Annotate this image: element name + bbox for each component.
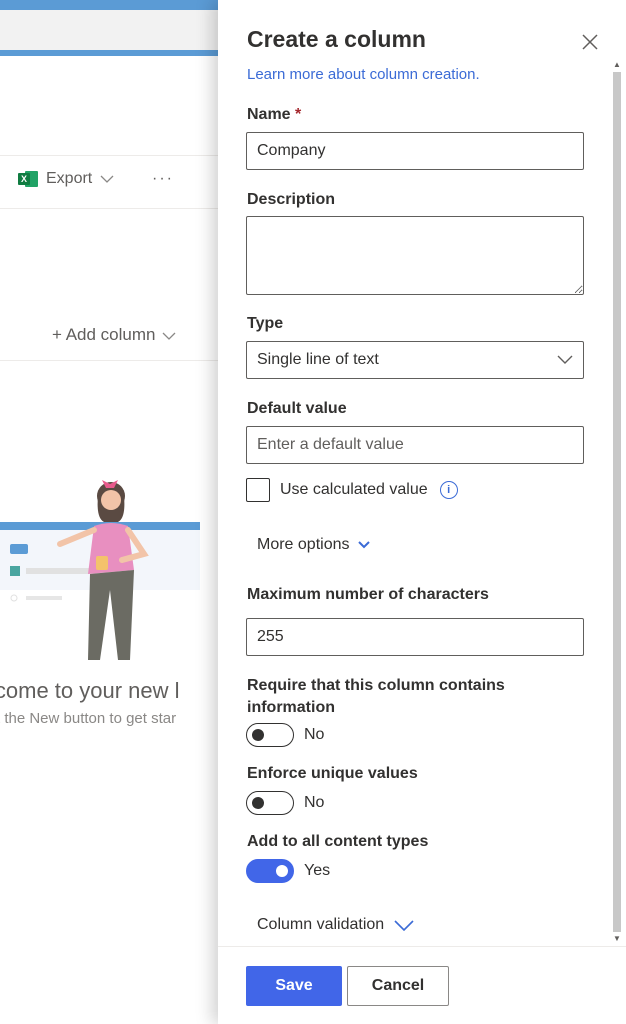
required-mark: *	[295, 106, 302, 123]
scroll-thumb[interactable]	[613, 72, 621, 932]
description-input[interactable]	[246, 216, 584, 295]
require-toggle-row: No	[246, 723, 324, 747]
more-actions-button[interactable]: ···	[152, 170, 174, 188]
content-types-toggle-row: Yes	[246, 859, 330, 883]
description-label: Description	[247, 191, 336, 208]
require-label: Require that this column contains inform…	[247, 677, 505, 716]
excel-icon: X	[18, 170, 38, 188]
unique-label: Enforce unique values	[247, 765, 418, 782]
panel-title: Create a column	[247, 26, 426, 52]
suite-bar	[0, 0, 218, 10]
scroll-up-icon[interactable]: ▲	[613, 60, 621, 69]
learn-more-link[interactable]: Learn more about column creation.	[247, 66, 480, 83]
export-label: Export	[46, 170, 93, 187]
chevron-down-icon	[162, 325, 176, 345]
max-chars-input[interactable]	[246, 618, 584, 656]
calculated-value-row: Use calculated value i	[246, 478, 458, 502]
panel-scrollbar[interactable]: ▲ ▼	[612, 60, 622, 946]
scroll-down-icon[interactable]: ▼	[613, 934, 621, 943]
unique-toggle[interactable]	[246, 791, 294, 815]
require-toggle-state: No	[304, 726, 325, 743]
default-value-input[interactable]	[246, 426, 584, 464]
add-column-button[interactable]: + Add column	[52, 325, 176, 345]
column-validation-button[interactable]: Column validation	[257, 916, 414, 934]
close-button[interactable]	[578, 30, 602, 54]
content-types-label: Add to all content types	[247, 833, 429, 850]
name-input[interactable]	[246, 132, 584, 170]
info-icon[interactable]: i	[439, 481, 458, 499]
name-label: Name *	[247, 106, 302, 123]
add-column-label: + Add column	[52, 325, 156, 344]
chevron-down-icon	[100, 172, 114, 186]
welcome-heading: lcome to your new l	[0, 678, 180, 703]
cancel-button[interactable]: Cancel	[347, 966, 449, 1006]
more-options-button[interactable]: More options	[257, 536, 370, 554]
default-value-label: Default value	[247, 400, 347, 417]
welcome-illustration	[0, 480, 200, 660]
save-button[interactable]: Save	[246, 966, 342, 1006]
chevron-down-icon	[357, 541, 370, 549]
type-dropdown-value: Single line of text	[257, 351, 379, 368]
calculated-value-checkbox[interactable]	[246, 478, 270, 502]
unique-toggle-row: No	[246, 791, 324, 815]
site-header	[0, 10, 218, 56]
content-types-toggle-state: Yes	[304, 862, 331, 879]
chevron-down-icon	[394, 919, 414, 931]
max-chars-label: Maximum number of characters	[247, 586, 489, 603]
require-toggle[interactable]	[246, 723, 294, 747]
calculated-value-label: Use calculated value	[280, 481, 428, 498]
close-icon	[582, 34, 598, 50]
chevron-down-icon	[557, 355, 573, 364]
more-options-label: More options	[257, 536, 350, 553]
column-validation-label: Column validation	[257, 916, 385, 933]
background-page: X Export ··· + Add column lcome to your …	[0, 0, 218, 1024]
content-types-toggle[interactable]	[246, 859, 294, 883]
unique-toggle-state: No	[304, 794, 325, 811]
type-dropdown[interactable]: Single line of text	[246, 341, 584, 379]
panel-body: Create a column Learn more about column …	[218, 0, 626, 946]
panel-footer: Save Cancel	[218, 946, 626, 1024]
export-button[interactable]: X Export	[18, 170, 114, 188]
welcome-hint: t the New button to get star	[0, 710, 177, 727]
type-label: Type	[247, 315, 284, 332]
create-column-panel: Create a column Learn more about column …	[218, 0, 626, 1024]
